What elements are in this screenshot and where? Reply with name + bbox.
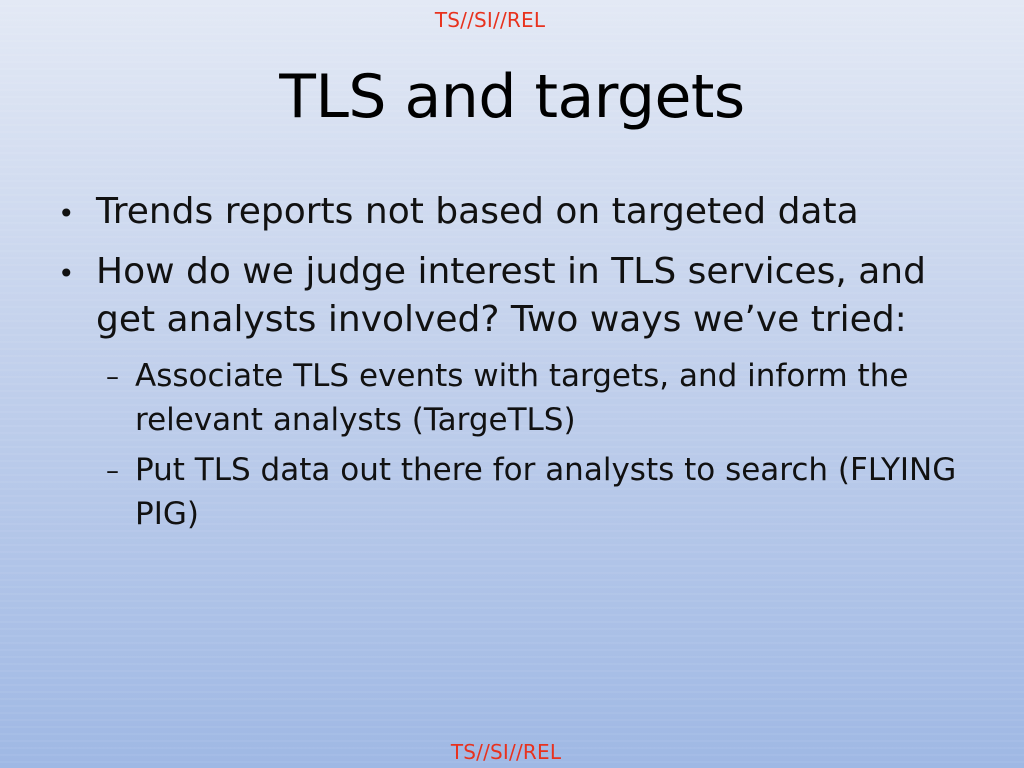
- sub-bullet-marker: –: [106, 456, 119, 486]
- sub-bullet-marker: –: [106, 362, 119, 392]
- bullet-text: How do we judge interest in TLS services…: [96, 251, 926, 340]
- sub-bullet-text: Put TLS data out there for analysts to s…: [135, 452, 957, 532]
- sub-bullet-item: – Put TLS data out there for analysts to…: [106, 448, 978, 536]
- bullet-text: Trends reports not based on targeted dat…: [96, 191, 859, 232]
- sub-bullet-text: Associate TLS events with targets, and i…: [135, 358, 909, 438]
- classification-banner-bottom: TS//SI//REL: [450, 740, 562, 764]
- sub-bullet-item: – Associate TLS events with targets, and…: [106, 354, 978, 442]
- bullet-marker: •: [58, 197, 75, 230]
- sub-bullet-list: – Associate TLS events with targets, and…: [58, 354, 978, 536]
- bullet-item: • Trends reports not based on targeted d…: [58, 188, 978, 240]
- slide-body: • Trends reports not based on targeted d…: [58, 188, 978, 542]
- bullet-marker: •: [58, 257, 75, 290]
- bullet-item: • How do we judge interest in TLS servic…: [58, 248, 978, 344]
- classification-banner-top: TS//SI//REL: [434, 8, 546, 32]
- slide-title: TLS and targets: [279, 62, 745, 132]
